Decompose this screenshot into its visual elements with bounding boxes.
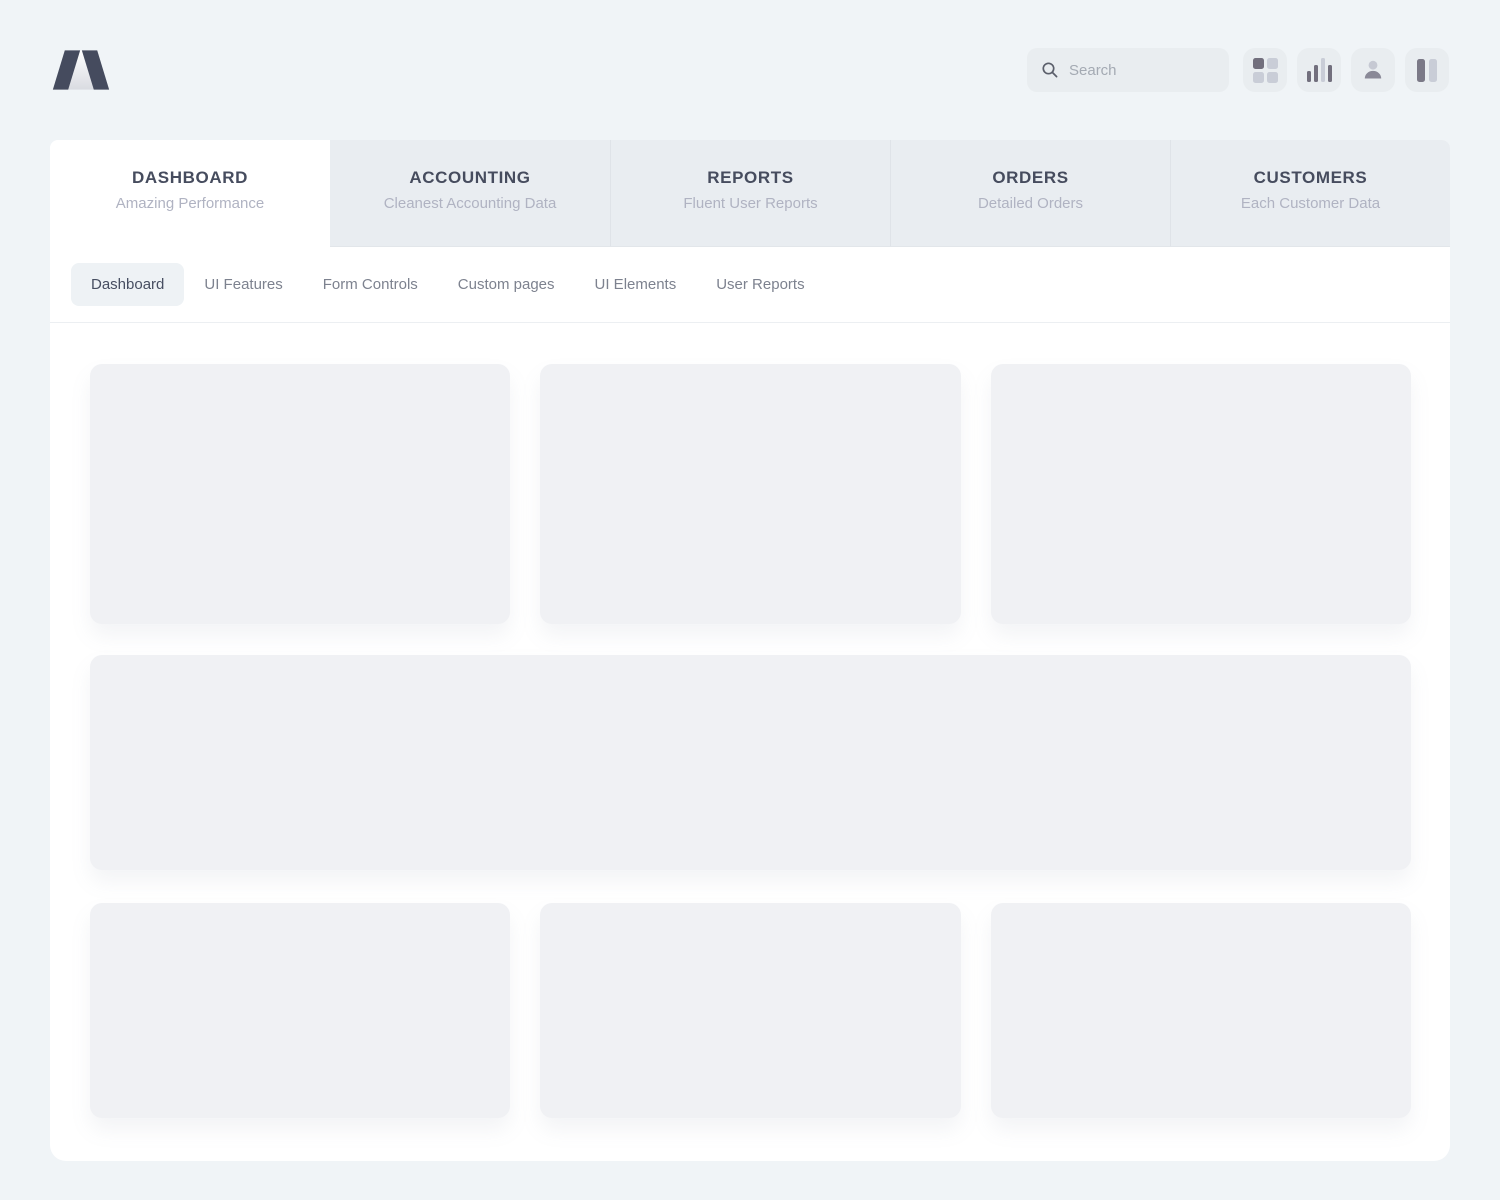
- subnav-item-custom-pages[interactable]: Custom pages: [438, 263, 575, 306]
- secondary-nav: Dashboard UI Features Form Controls Cust…: [50, 247, 1450, 323]
- grid-menu-button[interactable]: [1243, 48, 1287, 92]
- tab-title: ACCOUNTING: [330, 168, 610, 188]
- search-icon: [1041, 61, 1059, 79]
- placeholder-card: [540, 364, 960, 624]
- section-tabs: DASHBOARD Amazing Performance ACCOUNTING…: [50, 140, 1450, 247]
- content-area: [50, 323, 1450, 1158]
- card-row-top: [90, 364, 1411, 624]
- tab-customers[interactable]: CUSTOMERS Each Customer Data: [1170, 140, 1450, 247]
- tab-orders[interactable]: ORDERS Detailed Orders: [890, 140, 1170, 247]
- tab-subtitle: Cleanest Accounting Data: [330, 195, 610, 212]
- brand-logo-icon: [52, 48, 110, 92]
- tab-subtitle: Each Customer Data: [1171, 195, 1450, 212]
- subnav-item-dashboard[interactable]: Dashboard: [71, 263, 184, 306]
- bar-chart-icon: [1307, 58, 1332, 82]
- placeholder-card: [991, 364, 1411, 624]
- search-box[interactable]: [1027, 48, 1229, 92]
- subnav-item-ui-features[interactable]: UI Features: [184, 263, 302, 306]
- placeholder-card: [90, 903, 510, 1118]
- profile-button[interactable]: [1351, 48, 1395, 92]
- tab-reports[interactable]: REPORTS Fluent User Reports: [610, 140, 890, 247]
- main-panel: DASHBOARD Amazing Performance ACCOUNTING…: [50, 140, 1450, 1161]
- subnav-item-ui-elements[interactable]: UI Elements: [575, 263, 697, 306]
- tab-subtitle: Amazing Performance: [50, 195, 330, 212]
- tab-dashboard[interactable]: DASHBOARD Amazing Performance: [50, 140, 330, 247]
- layout-button[interactable]: [1405, 48, 1449, 92]
- tab-accounting[interactable]: ACCOUNTING Cleanest Accounting Data: [330, 140, 610, 247]
- analytics-button[interactable]: [1297, 48, 1341, 92]
- search-input[interactable]: [1069, 62, 1209, 79]
- tab-subtitle: Detailed Orders: [891, 195, 1170, 212]
- placeholder-card: [991, 903, 1411, 1118]
- header-actions: [1027, 48, 1449, 92]
- tab-subtitle: Fluent User Reports: [611, 195, 890, 212]
- placeholder-card: [90, 364, 510, 624]
- card-row-bottom: [90, 903, 1411, 1118]
- tab-title: ORDERS: [891, 168, 1170, 188]
- placeholder-card: [540, 903, 960, 1118]
- user-icon: [1361, 58, 1385, 82]
- subnav-item-user-reports[interactable]: User Reports: [696, 263, 824, 306]
- columns-icon: [1417, 59, 1437, 82]
- app-header: [0, 0, 1500, 140]
- tab-title: REPORTS: [611, 168, 890, 188]
- grid-icon: [1253, 58, 1278, 83]
- subnav-item-form-controls[interactable]: Form Controls: [303, 263, 438, 306]
- tab-title: DASHBOARD: [50, 168, 330, 188]
- tab-title: CUSTOMERS: [1171, 168, 1450, 188]
- placeholder-card-wide: [90, 655, 1411, 870]
